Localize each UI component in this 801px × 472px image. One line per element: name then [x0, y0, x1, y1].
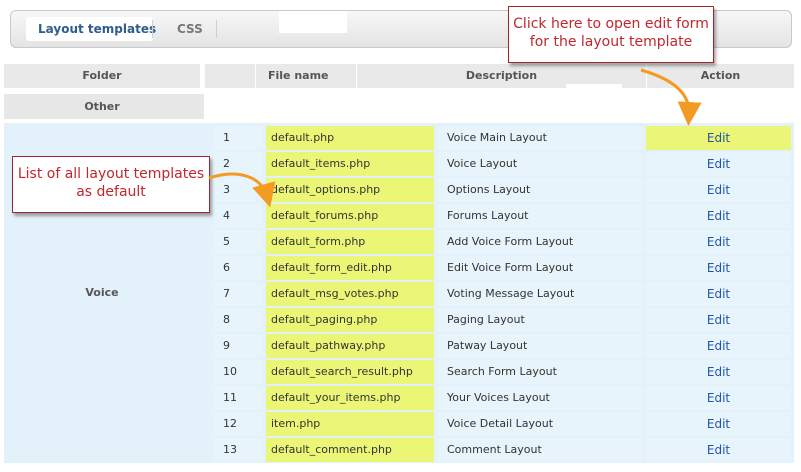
arrow-to-edit — [640, 68, 702, 126]
annotation-arrows — [208, 68, 702, 208]
arrow-to-list — [208, 172, 276, 208]
